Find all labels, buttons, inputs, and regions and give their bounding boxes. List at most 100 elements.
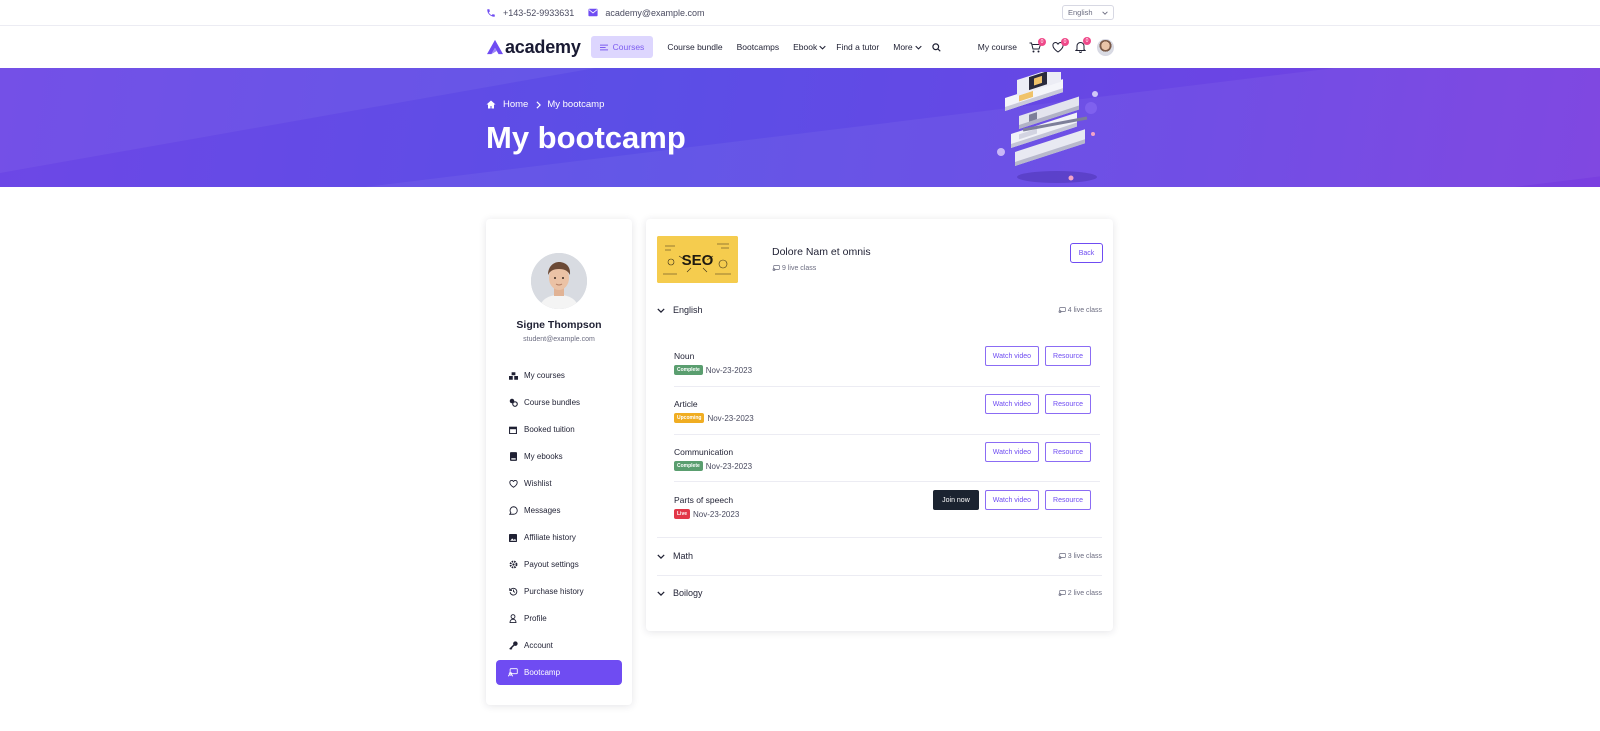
sidebar-item-label: Account [524, 641, 553, 650]
gear-icon [508, 560, 518, 569]
section-biology[interactable]: Boilogy 2 live class [657, 582, 1102, 604]
section-live-count: 4 live class [1058, 307, 1102, 314]
chevron-right-icon [536, 100, 542, 109]
bootcamp-icon [508, 668, 518, 677]
notification-button[interactable]: 0 [1075, 37, 1091, 53]
nav-more[interactable]: More [893, 42, 922, 52]
lesson-status: Upcoming Nov-23-2023 [674, 413, 754, 423]
nav-bootcamps[interactable]: Bootcamps [737, 42, 780, 52]
profile-email: student@example.com [523, 336, 595, 343]
course-title: Dolore Nam et omnis [772, 246, 871, 258]
page-hero: Home My bootcamp My bootcamp [0, 68, 1600, 187]
logo-text: academy [505, 36, 581, 57]
course-live-count: 9 live class [772, 265, 816, 272]
sidebar-item-label: Wishlist [524, 479, 552, 488]
lesson-date: Nov-23-2023 [705, 461, 753, 471]
section-live-count-text: 3 live class [1067, 552, 1102, 560]
divider [674, 481, 1100, 482]
section-live-count: 2 live class [1058, 590, 1102, 597]
resource-button[interactable]: Resource [1045, 394, 1091, 414]
lesson-row: Noun Complete Nov-23-2023 Watch video Re… [674, 346, 1091, 386]
nav-courses[interactable]: Courses [590, 36, 654, 58]
nav-course-bundle-label: Course bundle [667, 42, 723, 52]
sidebar-item-bootcamp[interactable]: Bootcamp [496, 660, 622, 685]
lesson-name: Parts of speech [674, 495, 734, 505]
heart-icon [508, 479, 518, 488]
sidebar-item-booked-tuition[interactable]: Booked tuition [496, 416, 622, 443]
watch-video-button[interactable]: Watch video [984, 442, 1040, 462]
breadcrumb-home[interactable]: Home [503, 99, 528, 110]
email-contact[interactable]: academy@example.com [588, 7, 705, 18]
profile-avatar [531, 253, 587, 309]
nav-courses-label: Courses [612, 42, 645, 52]
top-bar: +143-52-9933631 academy@example.com Engl… [0, 0, 1600, 26]
sidebar-item-profile[interactable]: Profile [496, 605, 622, 632]
sidebar-item-purchase-history[interactable]: Purchase history [496, 578, 622, 605]
nav-find-tutor[interactable]: Find a tutor [836, 42, 879, 52]
nav-ebook[interactable]: Ebook [793, 42, 826, 52]
status-badge: Complete [674, 461, 703, 471]
sidebar-item-label: Booked tuition [524, 425, 575, 434]
divider [657, 575, 1102, 576]
search-button[interactable] [931, 42, 941, 52]
sidebar-item-course-bundles[interactable]: Course bundles [496, 389, 622, 416]
image-icon [508, 533, 518, 542]
course-thumbnail[interactable]: SEO [657, 236, 738, 283]
my-course-link[interactable]: My course [978, 42, 1017, 52]
wishlist-badge: 0 [1061, 37, 1069, 46]
resource-button[interactable]: Resource [1045, 346, 1091, 366]
lesson-name: Noun [674, 351, 695, 361]
section-name: Boilogy [673, 588, 703, 598]
cart-button[interactable]: 0 [1029, 37, 1046, 53]
language-select[interactable]: English [1062, 5, 1114, 20]
watch-video-button[interactable]: Watch video [984, 394, 1040, 414]
bundles-icon [508, 398, 518, 407]
menu-lines-icon [599, 44, 608, 50]
sidebar-item-label: Profile [524, 614, 547, 623]
wishlist-button[interactable]: 0 [1052, 37, 1069, 53]
sidebar-item-wishlist[interactable]: Wishlist [496, 470, 622, 497]
user-avatar[interactable] [1097, 38, 1114, 56]
thumbnail-text: SEO [682, 252, 714, 269]
watch-video-button[interactable]: Watch video [984, 346, 1040, 366]
chevron-down-icon [1102, 10, 1108, 15]
bootcamp-icon [1058, 589, 1066, 596]
seo-thumbnail-art: SEO [657, 236, 738, 283]
sidebar-item-payout-settings[interactable]: Payout settings [496, 551, 622, 578]
logo-mark-icon [487, 39, 503, 55]
sidebar-item-my-courses[interactable]: My courses [496, 362, 622, 389]
notification-badge: 0 [1083, 37, 1091, 45]
resource-button[interactable]: Resource [1045, 490, 1091, 510]
status-badge: Live [674, 509, 691, 519]
sidebar-item-my-ebooks[interactable]: My ebooks [496, 443, 622, 470]
sidebar-item-affiliate-history[interactable]: Affiliate history [496, 524, 622, 551]
section-math[interactable]: Math 3 live class [657, 545, 1102, 567]
cart-badge: 0 [1038, 37, 1046, 46]
sidebar-item-messages[interactable]: Messages [496, 497, 622, 524]
join-now-button[interactable]: Join now [933, 490, 979, 510]
sidebar-item-label: My ebooks [524, 452, 563, 461]
chevron-down-icon [657, 590, 665, 596]
course-live-count-text: 9 live class [782, 265, 817, 272]
sidebar-item-account[interactable]: Account [496, 632, 622, 659]
divider [657, 537, 1102, 538]
resource-button[interactable]: Resource [1045, 442, 1091, 462]
sidebar-item-label: Messages [524, 506, 561, 515]
email-address: academy@example.com [605, 7, 705, 18]
lesson-row: Article Upcoming Nov-23-2023 Watch video… [674, 394, 1091, 434]
back-button[interactable]: Back [1070, 243, 1103, 263]
courses-icon [508, 371, 518, 380]
academy-logo[interactable]: academy [486, 37, 581, 58]
watch-video-button[interactable]: Watch video [984, 490, 1040, 510]
section-live-count-text: 4 live class [1067, 306, 1102, 314]
section-english[interactable]: English 4 live class [657, 299, 1102, 321]
history-icon [508, 587, 518, 596]
lesson-actions: Watch video Resource [979, 346, 1091, 366]
language-value: English [1068, 8, 1093, 17]
sidebar-item-label: Bootcamp [524, 668, 561, 677]
nav-course-bundle[interactable]: Course bundle [667, 42, 722, 52]
bootcamp-icon [1058, 306, 1066, 313]
phone-contact[interactable]: +143-52-9933631 [486, 8, 574, 18]
sidebar-menu: My courses Course bundles Booked tuition… [496, 362, 622, 685]
chevron-down-icon [657, 307, 665, 313]
